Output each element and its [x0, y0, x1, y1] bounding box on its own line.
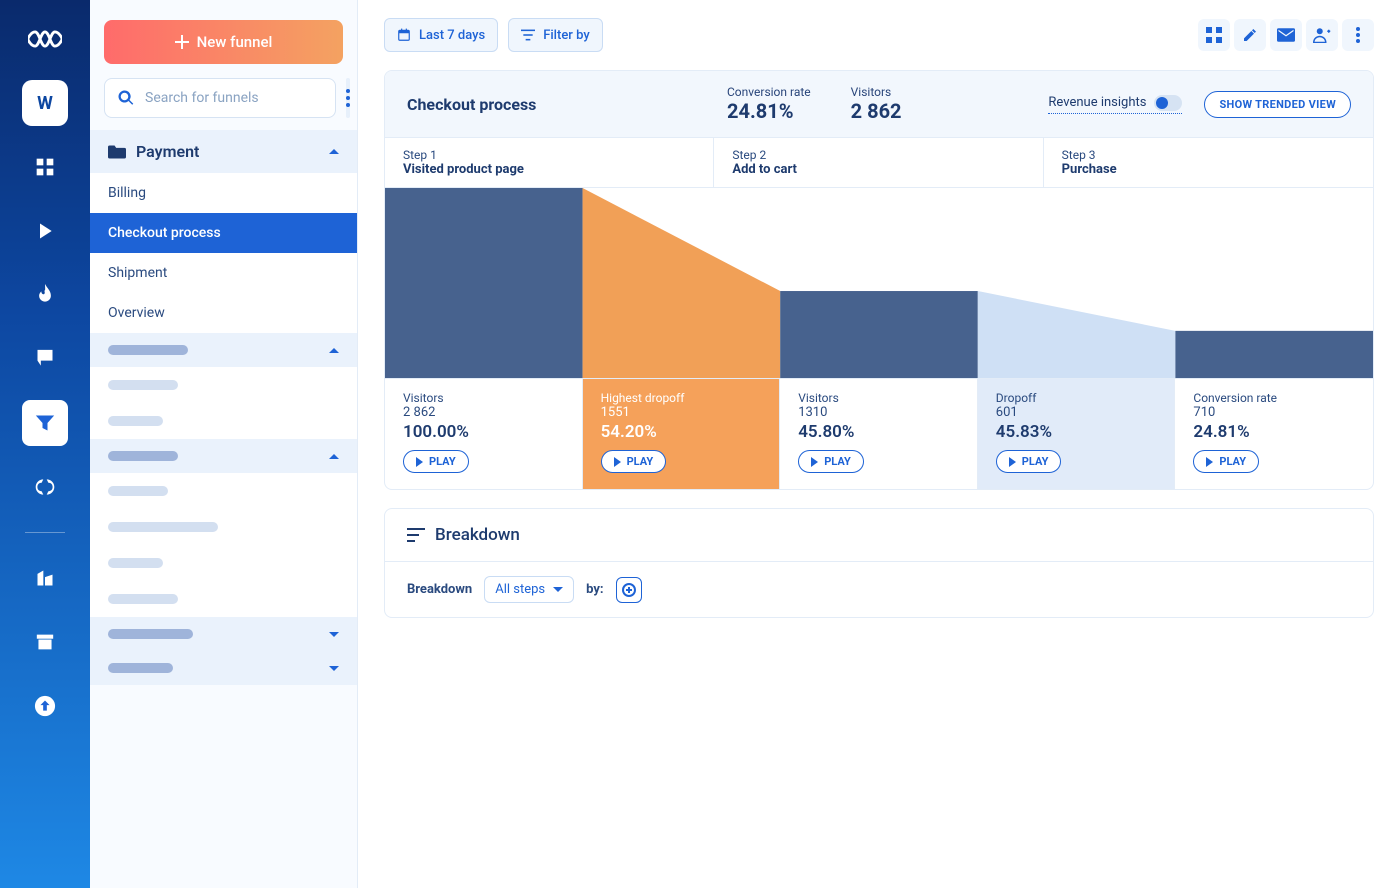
folder-icon [108, 145, 126, 159]
play-icon [811, 457, 818, 467]
more-vertical-icon [346, 89, 350, 107]
chevron-up-icon [329, 149, 339, 154]
filter-icon [521, 29, 535, 41]
skeleton-item [90, 509, 357, 545]
toolbar: Last 7 days Filter by [358, 0, 1400, 70]
action-mail[interactable] [1270, 19, 1302, 51]
user-plus-icon [1313, 27, 1331, 43]
play-icon [416, 457, 423, 467]
play-icon [614, 457, 621, 467]
metric-step1-dropoff: Highest dropoff 1551 54.20% PLAY [583, 378, 781, 489]
filter-button[interactable]: Filter by [508, 18, 603, 52]
nav-recordings[interactable] [22, 208, 68, 254]
chevron-down-icon [329, 632, 339, 637]
toolbar-actions [1198, 19, 1374, 51]
sidebar-item-billing[interactable]: Billing [90, 173, 357, 213]
plus-circle-icon [622, 583, 636, 597]
workspace-selector[interactable]: W [22, 80, 68, 126]
breakdown-panel: Breakdown Breakdown All steps by: [384, 508, 1374, 618]
skeleton-folder[interactable] [90, 651, 357, 685]
new-funnel-button[interactable]: New funnel [104, 20, 343, 64]
funnel-panel: Checkout process Conversion rate 24.81% … [384, 70, 1374, 490]
nav-funnels[interactable] [22, 400, 68, 446]
revenue-insights-toggle[interactable]: Revenue insights [1048, 95, 1182, 114]
action-grid[interactable] [1198, 19, 1230, 51]
step-header-3: Step 3Purchase [1044, 138, 1373, 187]
skeleton-item [90, 473, 357, 509]
play-step2-dropoff[interactable]: PLAY [996, 450, 1062, 473]
action-edit[interactable] [1234, 19, 1266, 51]
nav-rail: W [0, 0, 90, 888]
metric-step1-visitors: Visitors 2 862 100.00% PLAY [385, 378, 583, 489]
breakdown-step-select[interactable]: All steps [484, 576, 574, 603]
chevron-up-icon [329, 454, 339, 459]
action-share[interactable] [1306, 19, 1338, 51]
logo-icon [28, 30, 62, 52]
metric-step3-conversion: Conversion rate 710 24.81% PLAY [1175, 378, 1373, 489]
skeleton-item [90, 545, 357, 581]
action-more[interactable] [1342, 19, 1374, 51]
sidebar-item-overview[interactable]: Overview [90, 293, 357, 333]
calendar-icon [397, 28, 411, 42]
play-icon [1206, 457, 1213, 467]
search-input[interactable] [145, 90, 323, 106]
bars-icon [407, 528, 425, 542]
search-wrap [104, 78, 336, 118]
skeleton-item [90, 403, 357, 439]
step-header-1: Step 1Visited product page [385, 138, 714, 187]
breakdown-label: Breakdown [407, 582, 472, 597]
skeleton-folder[interactable] [90, 617, 357, 651]
sidebar-item-shipment[interactable]: Shipment [90, 253, 357, 293]
plus-icon [175, 35, 189, 49]
funnel-chart [385, 188, 1373, 378]
stat-visitors: Visitors 2 862 [851, 85, 902, 123]
nav-heatmaps[interactable] [22, 272, 68, 318]
steps-header: Step 1Visited product page Step 2Add to … [385, 137, 1373, 188]
nav-dashboard[interactable] [22, 144, 68, 190]
breakdown-row: Breakdown All steps by: [385, 561, 1373, 617]
metrics-row: Visitors 2 862 100.00% PLAY Highest drop… [385, 378, 1373, 489]
play-step1-visitors[interactable]: PLAY [403, 450, 469, 473]
chevron-down-icon [553, 587, 563, 592]
metric-step2-visitors: Visitors 1310 45.80% PLAY [780, 378, 978, 489]
metric-step2-dropoff: Dropoff 601 45.83% PLAY [978, 378, 1176, 489]
skeleton-item [90, 367, 357, 403]
nav-archive[interactable] [22, 619, 68, 665]
play-step3[interactable]: PLAY [1193, 450, 1259, 473]
more-vertical-icon [1356, 27, 1360, 43]
nav-org[interactable] [22, 555, 68, 601]
sidebar-item-checkout[interactable]: Checkout process [90, 213, 357, 253]
panel-header: Checkout process Conversion rate 24.81% … [385, 71, 1373, 137]
breakdown-by-label: by: [586, 582, 603, 597]
toggle-icon [1154, 95, 1182, 111]
search-icon [117, 89, 135, 107]
rail-separator [25, 532, 65, 533]
funnels-sidebar: New funnel Payment Billing Checkout proc… [90, 0, 358, 888]
date-range-button[interactable]: Last 7 days [384, 18, 498, 52]
main-content: Last 7 days Filter by Checkout process C… [358, 0, 1400, 888]
skeleton-folder[interactable] [90, 333, 357, 367]
panel-title: Checkout process [407, 95, 687, 114]
mail-icon [1277, 28, 1295, 42]
nav-upload[interactable] [22, 683, 68, 729]
breakdown-add-button[interactable] [616, 577, 642, 603]
nav-feedback[interactable] [22, 336, 68, 382]
chevron-down-icon [329, 666, 339, 671]
stat-conversion: Conversion rate 24.81% [727, 85, 811, 123]
folder-payment[interactable]: Payment [90, 130, 357, 173]
skeleton-item [90, 581, 357, 617]
grid-icon [1206, 27, 1222, 43]
play-icon [1009, 457, 1016, 467]
show-trended-view-button[interactable]: SHOW TRENDED VIEW [1204, 91, 1351, 118]
pencil-icon [1242, 27, 1258, 43]
skeleton-folder[interactable] [90, 439, 357, 473]
sidebar-more-button[interactable] [346, 78, 350, 118]
play-step1-dropoff[interactable]: PLAY [601, 450, 667, 473]
nav-integrations[interactable] [22, 464, 68, 510]
chevron-up-icon [329, 348, 339, 353]
play-step2-visitors[interactable]: PLAY [798, 450, 864, 473]
breakdown-title: Breakdown [385, 509, 1373, 561]
step-header-2: Step 2Add to cart [714, 138, 1043, 187]
